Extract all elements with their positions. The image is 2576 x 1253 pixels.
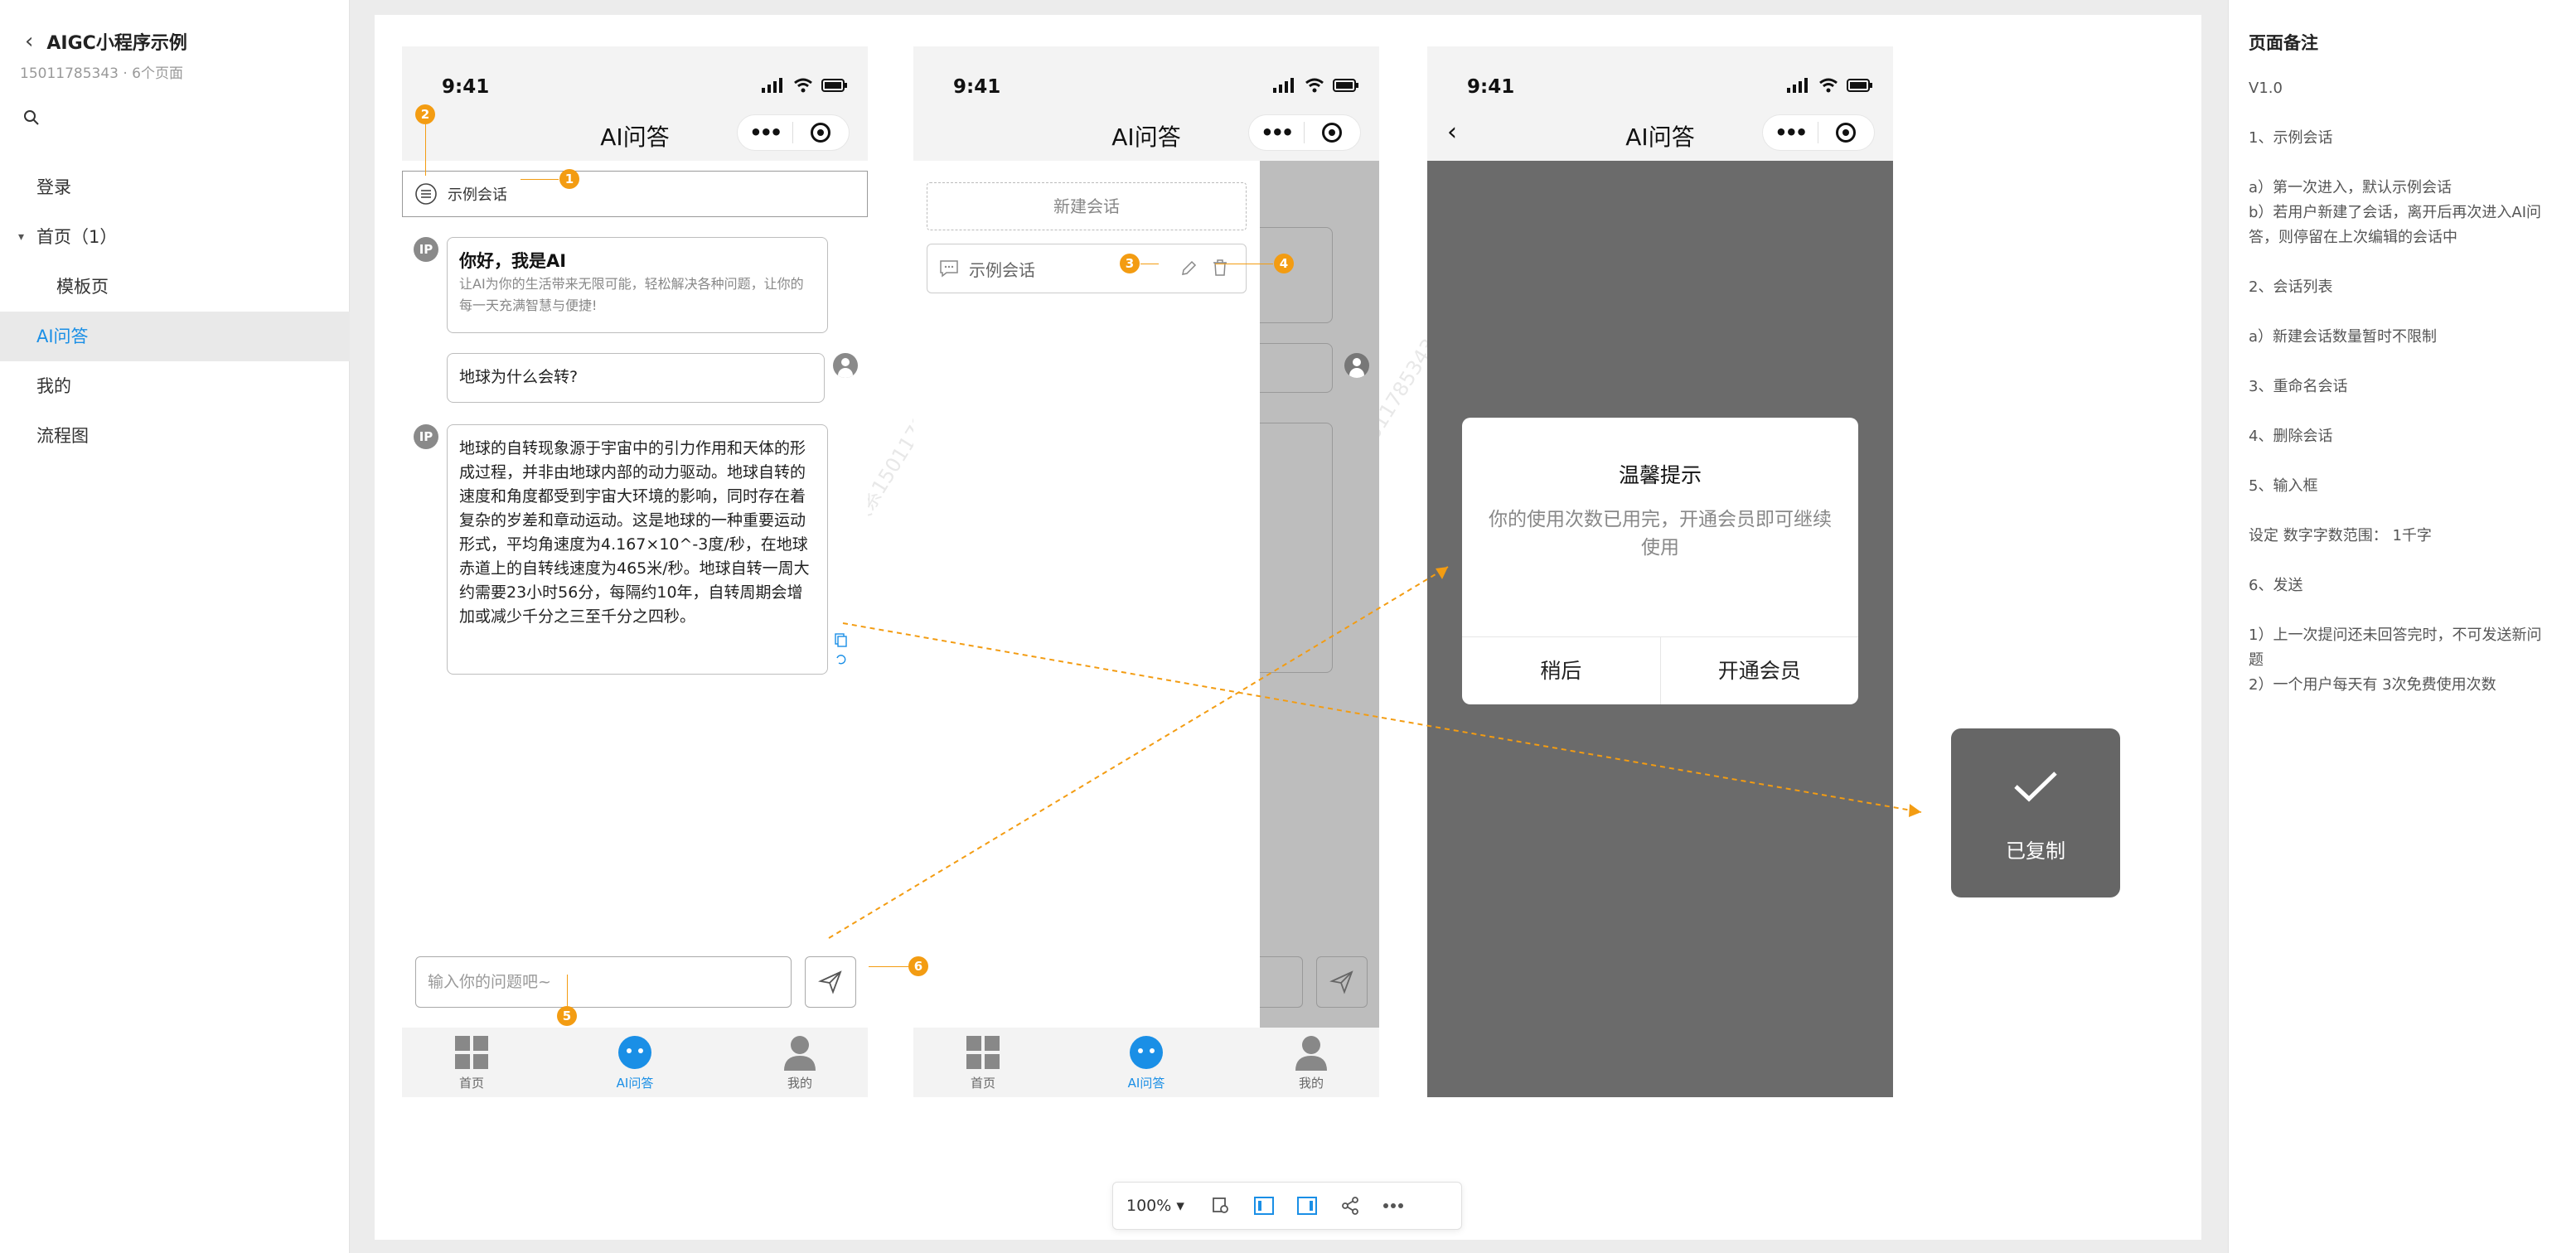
note-line: [2249, 598, 2556, 623]
annotation-leader: [521, 179, 559, 180]
annotation-leader: [567, 975, 568, 1006]
note-line: V1.0: [2249, 80, 2283, 97]
note-line: 答，则停留在上次编辑的会话中: [2249, 229, 2457, 246]
annotation-connectors: [828, 566, 1922, 939]
annotation-badge-5: 5: [557, 1006, 577, 1026]
note-line: 1、示例会话: [2249, 129, 2333, 147]
chevron-down-icon[interactable]: ▾: [18, 212, 24, 262]
note-line: a）第一次进入，默认示例会话: [2249, 179, 2453, 196]
project-meta: 15011785343 · 6个页面: [20, 65, 184, 82]
sidebar-item-login[interactable]: 登录: [0, 162, 350, 212]
note-line: [2249, 250, 2556, 275]
note-line: 1）上一次提问还未回答完时，不可发送新问: [2249, 626, 2542, 644]
note-line: [2249, 151, 2556, 176]
note-line: 6、发送: [2249, 577, 2303, 594]
more-icon[interactable]: [1378, 1191, 1408, 1221]
search-icon[interactable]: [23, 109, 40, 126]
note-line: [2249, 101, 2556, 126]
chevron-down-icon: ▾: [1176, 1197, 1184, 1215]
note-line: [2249, 499, 2556, 524]
zoom-select[interactable]: 100% ▾: [1126, 1197, 1193, 1215]
sidebar-item-label: AI问答: [36, 327, 89, 346]
note-line: [2249, 549, 2556, 573]
note-line: [2249, 350, 2556, 375]
page-sidebar: ‹ AIGC小程序示例 15011785343 · 6个页面 登录 ▾ 首页（1）…: [0, 0, 350, 1253]
notes-title: 页面备注: [2249, 33, 2318, 53]
notes-body: V1.0 1、示例会话 a）第一次进入，默认示例会话 b）若用户新建了会话，离开后再次…: [2249, 76, 2556, 698]
note-line: [2249, 300, 2556, 325]
note-line: 2、会话列表: [2249, 278, 2333, 296]
annotation-badge-2: 2: [415, 104, 435, 124]
note-line: 2）一个用户每天有 3次免费使用次数: [2249, 676, 2496, 694]
page-notes-panel: 页面备注 V1.0 1、示例会话 a）第一次进入，默认示例会话 b）若用户新建了会话，…: [2228, 0, 2576, 1253]
sidebar-item-ai-qa[interactable]: AI问答: [0, 312, 350, 361]
note-line: 4、删除会话: [2249, 428, 2333, 445]
note-line: [2249, 449, 2556, 474]
project-title: AIGC小程序示例: [46, 33, 187, 54]
sidebar-item-label: 首页（1）: [36, 227, 118, 247]
annotation-badge-1: 1: [559, 169, 579, 189]
share-icon[interactable]: [1335, 1191, 1365, 1221]
note-line: [2249, 399, 2556, 424]
sidebar-item-label: 登录: [36, 177, 71, 197]
left-panel-toggle-icon[interactable]: [1249, 1191, 1279, 1221]
note-line: b）若用户新建了会话，离开后再次进入AI问: [2249, 204, 2542, 221]
sidebar-item-label: 模板页: [56, 277, 109, 297]
sidebar-item-flowchart[interactable]: 流程图: [0, 411, 350, 461]
right-panel-toggle-icon[interactable]: [1292, 1191, 1322, 1221]
note-line: a）新建会话数量暂时不限制: [2249, 328, 2438, 346]
annotation-badge-4: 4: [1274, 254, 1294, 273]
annotation-badge-3: 3: [1120, 254, 1140, 273]
note-line: 3、重命名会话: [2249, 378, 2348, 395]
page-list: 登录 ▾ 首页（1） 模板页 AI问答 我的 流程图: [0, 162, 350, 461]
back-icon[interactable]: ‹: [25, 29, 33, 54]
fit-screen-icon[interactable]: [1206, 1191, 1236, 1221]
project-header[interactable]: ‹ AIGC小程序示例: [25, 28, 187, 55]
annotation-leader: [869, 966, 908, 967]
sidebar-item-label: 我的: [36, 376, 71, 396]
sidebar-item-label: 流程图: [36, 426, 89, 446]
prototype-canvas: 仅供参考·请联系15011785343 仅供参考·请联系15011785343 …: [375, 15, 2201, 1240]
sidebar-item-mine[interactable]: 我的: [0, 361, 350, 411]
zoom-value: 100%: [1126, 1197, 1172, 1215]
sidebar-item-template[interactable]: 模板页: [0, 262, 350, 312]
note-line: 设定 数字字数范围： 1千字: [2249, 527, 2432, 544]
note-line: 题: [2249, 651, 2264, 669]
note-line: 5、输入框: [2249, 477, 2318, 495]
annotation-badge-6: 6: [908, 956, 928, 976]
canvas-toolbar: 100% ▾: [1112, 1182, 1462, 1230]
annotation-leader: [425, 124, 426, 176]
sidebar-item-home[interactable]: ▾ 首页（1）: [0, 212, 350, 262]
